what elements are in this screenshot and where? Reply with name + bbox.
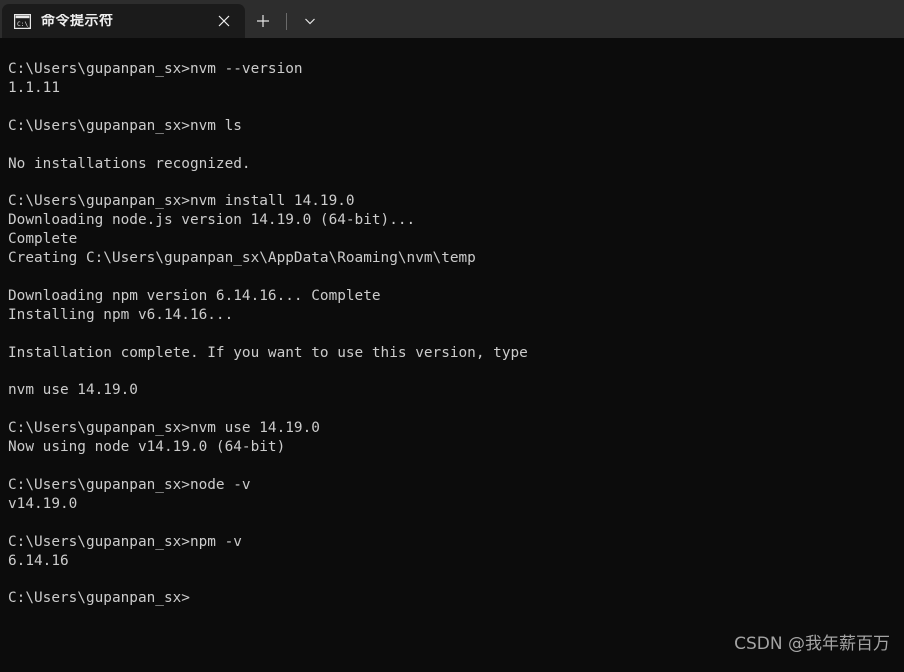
console-output: C:\Users\gupanpan_sx>nvm --version 1.1.1… <box>8 61 528 607</box>
new-tab-button[interactable] <box>245 4 281 38</box>
tab-command-prompt[interactable]: C:\_ 命令提示符 <box>2 4 245 38</box>
terminal-window: C:\_ 命令提示符 C:\Users\gupanpan_sx>nvm --ve… <box>0 0 904 672</box>
title-bar: C:\_ 命令提示符 <box>0 0 904 38</box>
toolbar-separator <box>286 13 287 30</box>
command-prompt-icon: C:\_ <box>14 13 31 29</box>
close-icon[interactable] <box>209 6 239 36</box>
watermark: CSDN @我年薪百万 <box>734 634 890 654</box>
tab-title: 命令提示符 <box>41 14 114 28</box>
terminal-body[interactable]: C:\Users\gupanpan_sx>nvm --version 1.1.1… <box>0 38 904 672</box>
chevron-down-icon[interactable] <box>292 4 328 38</box>
svg-text:C:\_: C:\_ <box>17 21 31 28</box>
